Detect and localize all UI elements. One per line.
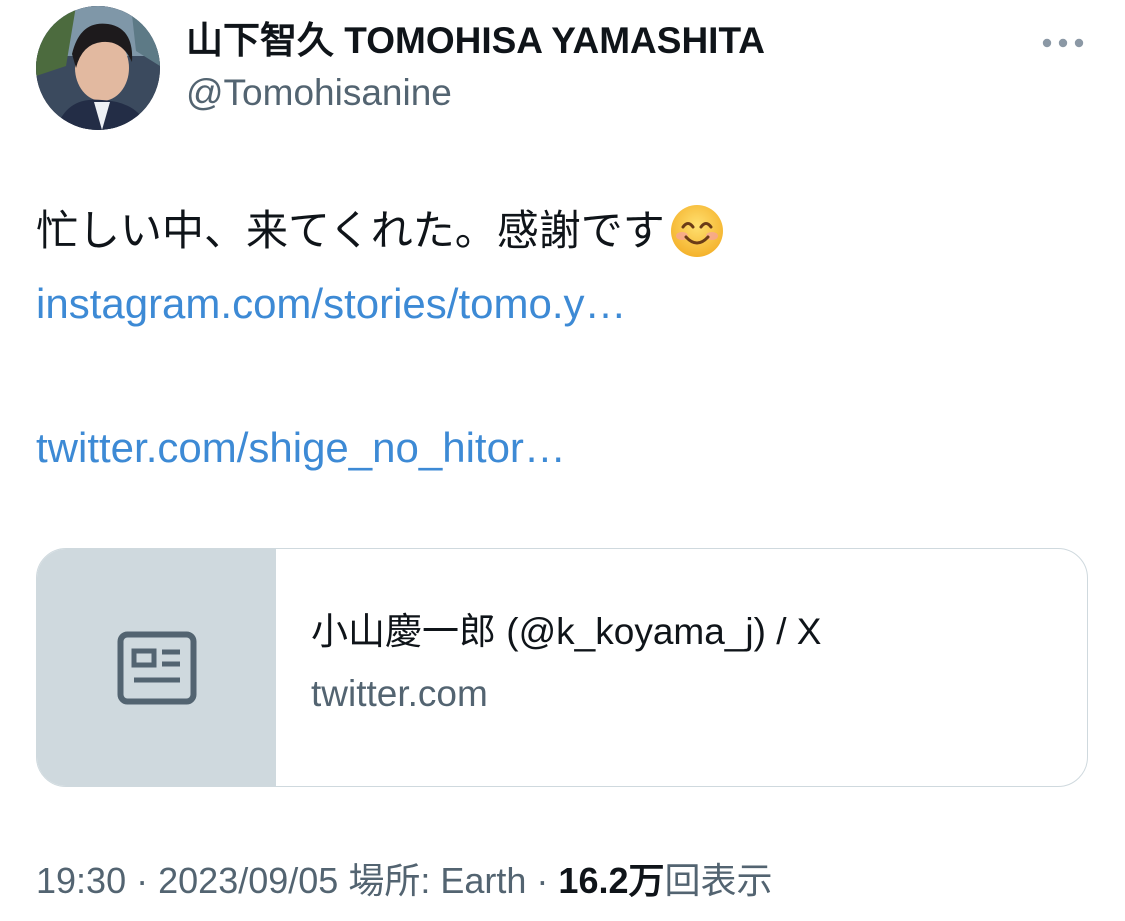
profile-photo — [36, 6, 160, 130]
views-count[interactable]: 16.2万 — [558, 860, 664, 901]
tweet-text-body: 忙しい中、来てくれた。感謝です — [36, 207, 665, 254]
tweet-time[interactable]: 19:30 — [36, 860, 126, 901]
meta-separator: · — [136, 860, 149, 901]
twitter-link[interactable]: twitter.com/shige_no_hitor… — [36, 421, 566, 475]
tweet-date[interactable]: 2023/09/05 — [158, 860, 338, 901]
tweet-text: 忙しい中、来てくれた。感謝です — [36, 202, 725, 260]
smiling-face-icon — [669, 203, 725, 259]
meta-separator: · — [536, 860, 549, 901]
card-thumbnail — [37, 549, 276, 786]
tweet-location: 場所: Earth — [348, 860, 527, 901]
more-horizontal-icon — [1042, 38, 1084, 48]
instagram-link[interactable]: instagram.com/stories/tomo.y… — [36, 277, 627, 331]
card-domain: twitter.com — [311, 673, 488, 714]
link-preview-card[interactable]: 小山慶一郎 (@k_koyama_j) / X twitter.com — [36, 548, 1088, 787]
author-display-name[interactable]: 山下智久 TOMOHISA YAMASHITA — [186, 18, 765, 64]
article-icon — [117, 631, 196, 704]
card-title: 小山慶一郎 (@k_koyama_j) / X — [311, 611, 822, 652]
avatar[interactable] — [36, 6, 160, 130]
tweet-meta: 19:30 · 2023/09/05 場所: Earth · 16.2万回表示 — [36, 858, 773, 904]
more-options-button[interactable] — [1036, 28, 1090, 58]
views-label: 回表示 — [664, 860, 773, 901]
author-handle[interactable]: @Tomohisanine — [186, 70, 452, 116]
